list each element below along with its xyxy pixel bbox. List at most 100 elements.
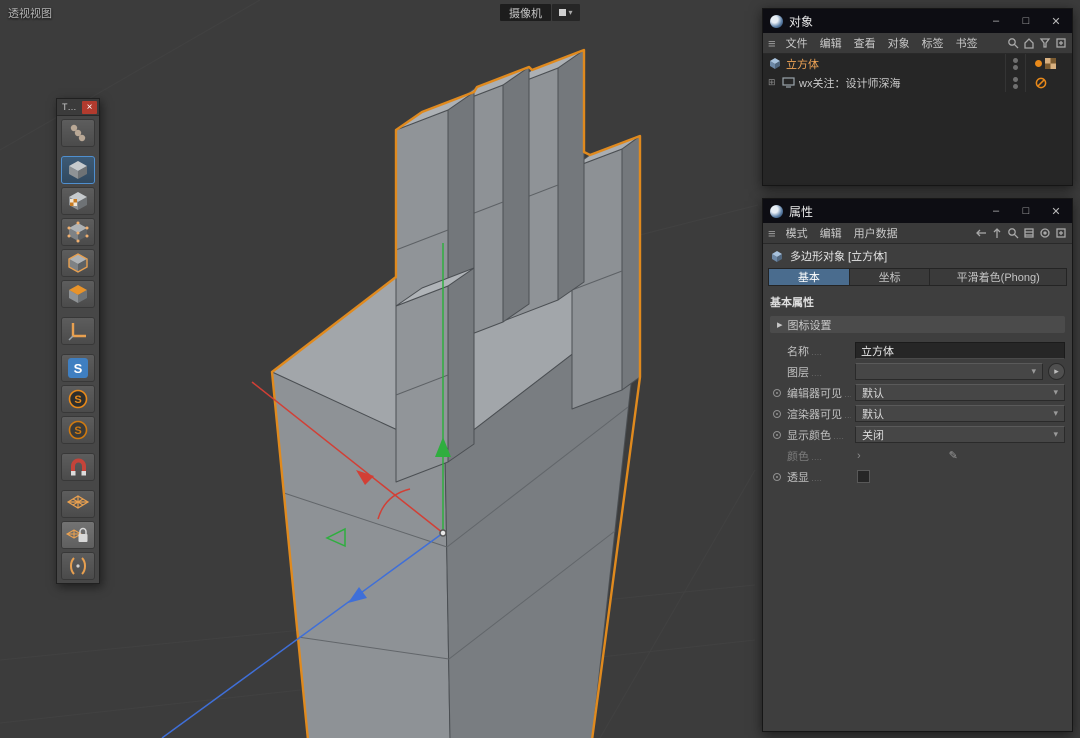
menu-tags[interactable]: 标签 (916, 34, 950, 52)
magnet-tool-button[interactable] (61, 453, 95, 481)
pencil-icon[interactable]: ✎ (949, 449, 958, 462)
maximize-button[interactable]: □ (1014, 203, 1038, 220)
snap-s-orange-2-icon: S (68, 420, 88, 440)
attributes-titlebar[interactable]: 属性 – □ ✕ (763, 199, 1072, 223)
snap-blue-button[interactable]: S (61, 354, 95, 382)
object-type-header: 多边形对象 [立方体] (763, 244, 1072, 268)
magnet-icon (71, 458, 86, 476)
expander-icon[interactable]: ⊞ (768, 77, 778, 88)
tab-coordinates[interactable]: 坐标 (849, 269, 931, 285)
close-button[interactable]: ✕ (1044, 203, 1068, 220)
search-icon[interactable] (1007, 37, 1019, 49)
object-name: 立方体 (786, 58, 819, 71)
joints-tool-button[interactable] (61, 119, 95, 147)
maximize-button[interactable]: □ (1014, 13, 1038, 30)
object-row-cube[interactable]: 立方体 (763, 54, 1072, 73)
hand-model[interactable] (270, 48, 642, 738)
keyframe-circle[interactable] (772, 388, 781, 397)
snap-s-orange-icon: S (68, 389, 88, 409)
palette-close-button[interactable]: × (82, 100, 97, 114)
home-icon[interactable] (1023, 37, 1035, 49)
mute-tag-icon[interactable] (1035, 77, 1047, 89)
cube-object-icon (772, 250, 782, 262)
workplane-lock-button[interactable] (61, 521, 95, 549)
display-color-dropdown[interactable]: 关闭 ▾ (855, 426, 1065, 443)
objects-panel-title: 对象 (789, 14, 814, 29)
palette-titlebar[interactable]: T… × (57, 99, 99, 116)
points-mode-button[interactable] (61, 218, 95, 246)
points-cube-icon (67, 221, 89, 243)
model-mode-button[interactable] (61, 156, 95, 184)
search-icon[interactable] (1007, 227, 1019, 239)
object-row-watermark[interactable]: ⊞ wx关注：设计师深海 (763, 73, 1072, 92)
expression-tool-button[interactable] (61, 552, 95, 580)
icon-settings-group[interactable]: ▸ 图标设置 (770, 316, 1065, 333)
axis-mode-button[interactable] (61, 317, 95, 345)
object-type-label: 多边形对象 [立方体] (790, 251, 888, 263)
expression-braces-icon (70, 557, 86, 575)
menu-view[interactable]: 查看 (848, 34, 882, 52)
list-icon[interactable] (1023, 227, 1035, 239)
objects-titlebar[interactable]: 对象 – □ ✕ (763, 9, 1072, 33)
camera-label[interactable]: 摄像机 (500, 4, 551, 21)
menu-objects[interactable]: 对象 (882, 34, 916, 52)
menu-mode[interactable]: 模式 (780, 224, 814, 242)
palette-title: T… (62, 102, 77, 112)
workplane-grid-button[interactable] (61, 490, 95, 518)
renderer-visibility-dropdown[interactable]: 默认 ▾ (855, 405, 1065, 422)
snap-s-blue-icon: S (68, 358, 88, 378)
snap-orange-2-button[interactable]: S (61, 416, 95, 444)
visibility-dots[interactable] (1005, 54, 1026, 73)
menu-user-data[interactable]: 用户数据 (848, 224, 904, 242)
attribute-tabs: 基本 坐标 平滑着色(Phong) (768, 268, 1067, 286)
close-button[interactable]: ✕ (1044, 13, 1068, 30)
keyframe-circle[interactable] (772, 409, 781, 418)
chevron-down-icon: ▾ (1031, 366, 1036, 376)
layer-dropdown[interactable]: ▾ (855, 363, 1043, 380)
add-icon[interactable] (1055, 227, 1067, 239)
camera-options-button[interactable]: ▾ (552, 4, 580, 21)
name-input[interactable] (855, 342, 1065, 359)
keyframe-circle[interactable] (772, 430, 781, 439)
app-logo-icon (770, 204, 783, 218)
polygons-mode-button[interactable] (61, 280, 95, 308)
visibility-dots[interactable] (1005, 73, 1026, 92)
chevron-down-icon: ▾ (568, 8, 573, 17)
texture-mode-button[interactable] (61, 187, 95, 215)
tab-basic[interactable]: 基本 (769, 269, 850, 285)
icon-settings-label: 图标设置 (787, 319, 832, 332)
cube-object-icon (770, 58, 780, 69)
add-panel-icon[interactable] (1055, 37, 1067, 49)
keyframe-circle[interactable] (772, 472, 781, 481)
target-icon[interactable] (1039, 227, 1051, 239)
panel-menu-icon[interactable]: ≡ (768, 36, 776, 51)
filter-icon[interactable] (1039, 37, 1051, 49)
color-row: 颜色 › ✎ (770, 445, 1065, 466)
name-field-row: 名称 (770, 340, 1065, 361)
menu-file[interactable]: 文件 (780, 34, 814, 52)
editor-visibility-dropdown[interactable]: 默认 ▾ (855, 384, 1065, 401)
tab-phong[interactable]: 平滑着色(Phong) (930, 269, 1067, 285)
chevron-right-icon: › (857, 449, 861, 462)
snap-orange-1-button[interactable]: S (61, 385, 95, 413)
layer-browser-button[interactable]: ▸ (1048, 363, 1065, 380)
xray-checkbox[interactable] (857, 470, 870, 483)
objects-panel: 对象 – □ ✕ ≡ 文件 编辑 查看 对象 标签 书签 立方体 ⊞ wx关注：… (762, 8, 1073, 186)
menu-bookmarks[interactable]: 书签 (950, 34, 984, 52)
menu-edit[interactable]: 编辑 (814, 224, 848, 242)
up-arrow-icon[interactable] (991, 227, 1003, 239)
layer-label: 图层 (787, 364, 851, 380)
panel-menu-icon[interactable]: ≡ (768, 226, 776, 241)
chevron-down-icon: ▾ (1053, 408, 1058, 418)
svg-text:S: S (74, 425, 81, 437)
minimize-button[interactable]: – (984, 203, 1008, 220)
menu-edit[interactable]: 编辑 (814, 34, 848, 52)
chevron-down-icon: ▾ (1053, 387, 1058, 397)
edges-mode-button[interactable] (61, 249, 95, 277)
phong-tag-icon[interactable] (1035, 60, 1042, 67)
section-title: 基本属性 (770, 297, 814, 309)
minimize-button[interactable]: – (984, 13, 1008, 30)
object-list: 立方体 ⊞ wx关注：设计师深海 (763, 54, 1072, 185)
back-arrow-icon[interactable] (975, 227, 987, 239)
texture-tag-icon[interactable] (1045, 58, 1056, 69)
